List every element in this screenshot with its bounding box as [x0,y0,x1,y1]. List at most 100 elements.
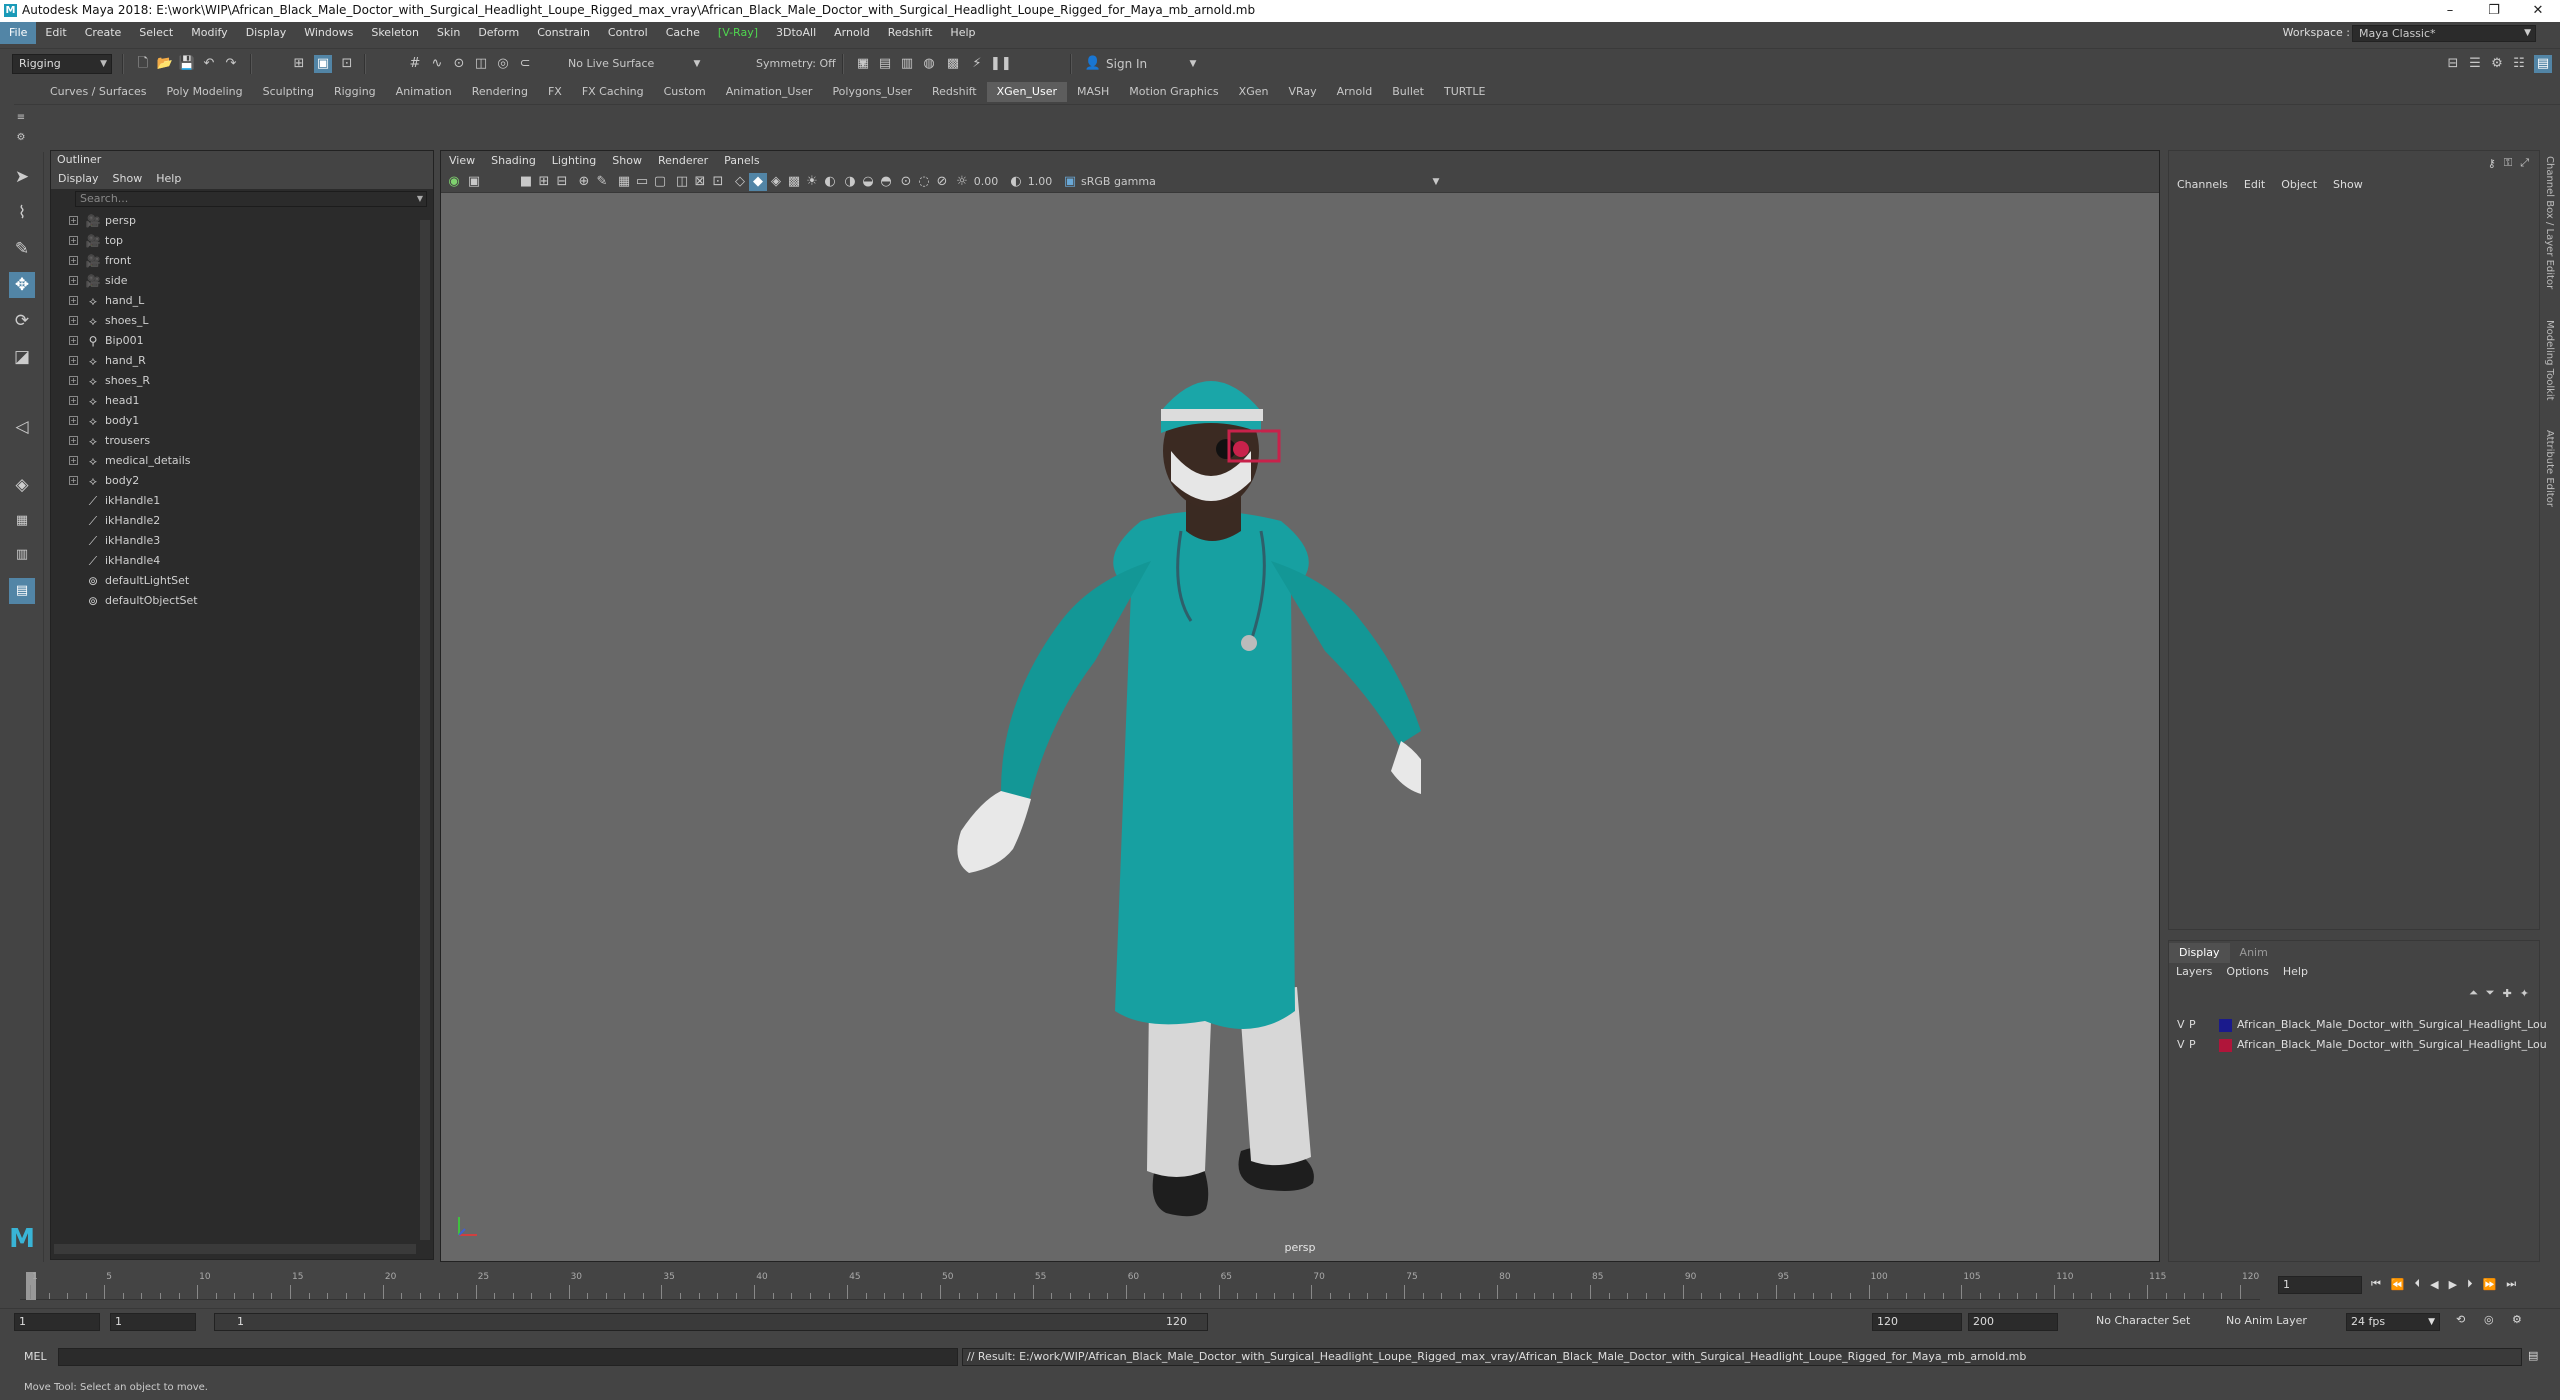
shelf-tab-vray[interactable]: VRay [1278,82,1326,102]
script-editor-icon[interactable]: ▤ [2528,1349,2538,1362]
move-tool-icon[interactable]: ✥ [9,272,35,298]
lasso-tool-icon[interactable]: ⌇ [9,200,35,226]
ipr-render-icon[interactable]: ▤ [876,55,894,73]
command-input[interactable] [58,1348,958,1366]
motion-blur-icon[interactable]: ◒ [859,173,877,191]
shelf-tab-fx-caching[interactable]: FX Caching [572,82,654,102]
expand-icon[interactable]: + [69,396,78,405]
outliner-node-body2[interactable]: + ⟡ body2 [51,471,421,491]
channel-box-menu-show[interactable]: Show [2325,175,2371,195]
shelf-tab-turtle[interactable]: TURTLE [1434,82,1495,102]
layer-color-swatch[interactable] [2219,1039,2232,1052]
outliner-node-ikhandle1[interactable]: ⟋ ikHandle1 [51,491,421,511]
outliner-node-hand-r[interactable]: + ⟡ hand_R [51,351,421,371]
side-tab-modeling-toolkit[interactable]: Modeling Toolkit [2544,320,2555,401]
arnold-render-icon[interactable]: ⚡ [968,55,986,73]
undo-icon[interactable]: ↶ [200,55,218,73]
outliner-horizontal-scrollbar[interactable] [54,1244,416,1254]
use-all-lights-icon[interactable]: ☀ [803,173,821,191]
layer-tab-display[interactable]: Display [2169,943,2230,963]
channel-box-menu-object[interactable]: Object [2273,175,2325,195]
outliner-vertical-scrollbar[interactable] [420,220,430,1240]
gate-mask-icon[interactable]: ◫ [673,173,691,191]
shelf-tab-rigging[interactable]: Rigging [324,82,386,102]
side-tab-attribute-editor[interactable]: Attribute Editor [2544,430,2555,507]
outliner-node-body1[interactable]: + ⟡ body1 [51,411,421,431]
outliner-node-head1[interactable]: + ⟡ head1 [51,391,421,411]
select-component-icon[interactable]: ⊡ [338,55,356,73]
move-layer-down-icon[interactable]: ⏷ [2482,986,2499,1000]
film-gate-icon[interactable]: ▭ [633,173,651,191]
outliner-node-bip001[interactable]: + ⚲ Bip001 [51,331,421,351]
layer-row[interactable]: V P African_Black_Male_Doctor_with_Surgica… [2175,1035,2547,1055]
hypershade-icon[interactable]: ◍ [920,55,938,73]
chevron-down-icon[interactable]: ▼ [1186,55,1200,73]
textured-icon[interactable]: ▩ [785,173,803,191]
viewport-menu-shading[interactable]: Shading [483,151,544,171]
outliner-menu-show[interactable]: Show [106,169,150,189]
step-back-key-icon[interactable]: ⏪ [2386,1278,2410,1291]
outliner-search-input[interactable]: Search... ▼ [75,191,427,207]
play-forward-icon[interactable]: ▶ [2444,1278,2462,1291]
doctor-character-model[interactable] [881,261,1421,1231]
workspace-dropdown[interactable]: Maya Classic* ▼ [2352,25,2536,42]
channel-box-menu-channels[interactable]: Channels [2169,175,2236,195]
animation-preferences-icon[interactable]: ⚙ [2512,1313,2522,1326]
ambient-occlusion-icon[interactable]: ◑ [841,173,859,191]
layer-menu-layers[interactable]: Layers [2169,963,2219,981]
rotate-tool-icon[interactable]: ⟳ [9,308,35,334]
playback-toggle[interactable]: P [2189,1015,2196,1035]
animation-end-field[interactable]: 200 [1968,1313,2058,1331]
menu-constrain[interactable]: Constrain [528,22,599,44]
select-object-icon[interactable]: ▣ [314,55,332,73]
script-language-label[interactable]: MEL [24,1350,47,1363]
shelf-tab-rendering[interactable]: Rendering [462,82,538,102]
field-chart-icon[interactable]: ⊠ [691,173,709,191]
expand-icon[interactable]: + [69,256,78,265]
outliner-node-shoes-l[interactable]: + ⟡ shoes_L [51,311,421,331]
outliner-node-ikhandle3[interactable]: ⟋ ikHandle3 [51,531,421,551]
toggle-attribute-editor-icon[interactable]: ☰ [2466,55,2484,73]
exposure-field[interactable]: 0.00 [971,173,1001,191]
outliner-node-ikhandle4[interactable]: ⟋ ikHandle4 [51,551,421,571]
menu-control[interactable]: Control [599,22,657,44]
toggle-outliner-icon[interactable]: ▤ [2534,55,2552,73]
playback-end-field[interactable]: 120 [1872,1313,1962,1331]
outliner-node-hand-l[interactable]: + ⟡ hand_L [51,291,421,311]
left-glove[interactable] [957,791,1031,873]
minimize-button[interactable]: – [2428,0,2472,22]
pause-icon[interactable]: ❚❚ [990,55,1012,73]
magnet-icon[interactable]: ⊂ [516,55,534,73]
auto-key-icon[interactable]: ◎ [2484,1313,2494,1326]
chevron-down-icon[interactable]: ▼ [690,55,704,73]
live-surface-field[interactable]: No Live Surface [568,55,678,73]
shelf-tab-mash[interactable]: MASH [1067,82,1119,102]
side-tab-channel-box-layer-editor[interactable]: Channel Box / Layer Editor [2544,156,2555,289]
grease-pencil-icon[interactable]: ✎ [593,173,611,191]
new-layer-icon[interactable]: ✚ [2499,987,2516,1000]
shelf-tab-polygons-user[interactable]: Polygons_User [822,82,922,102]
snap-curve-icon[interactable]: ∿ [428,55,446,73]
menu-help[interactable]: Help [941,22,984,44]
render-view-icon[interactable]: ▩ [944,55,962,73]
shelf-menu-icon[interactable]: ≡ [12,109,30,127]
2d-pan-zoom-icon[interactable]: ⊕ [575,173,593,191]
stethoscope-chestpiece[interactable] [1241,635,1257,651]
outliner-node-defaultlightset[interactable]: ⊚ defaultLightSet [51,571,421,591]
resolution-gate-icon[interactable]: ▢ [651,173,669,191]
menu-create[interactable]: Create [76,22,131,44]
loop-icon[interactable]: ⟲ [2456,1313,2465,1326]
menu-select[interactable]: Select [130,22,182,44]
outliner-node-trousers[interactable]: + ⟡ trousers [51,431,421,451]
close-button[interactable]: ✕ [2516,0,2560,22]
menu-3dtoall[interactable]: 3DtoAll [767,22,825,44]
outliner-node-top[interactable]: + 🎥 top [51,231,421,251]
play-backward-icon[interactable]: ◀ [2425,1278,2443,1291]
render-settings-icon[interactable]: ▥ [898,55,916,73]
safe-action-icon[interactable]: ⊡ [709,173,727,191]
shelf-tab-poly-modeling[interactable]: Poly Modeling [157,82,253,102]
character-set-dropdown[interactable]: No Character Set [2096,1314,2190,1327]
image-plane-icon[interactable]: ⊟ [553,173,571,191]
shelf-tab-curves-surfaces[interactable]: Curves / Surfaces [40,82,157,102]
two-pane-layout-icon[interactable]: ▥ [9,542,35,568]
